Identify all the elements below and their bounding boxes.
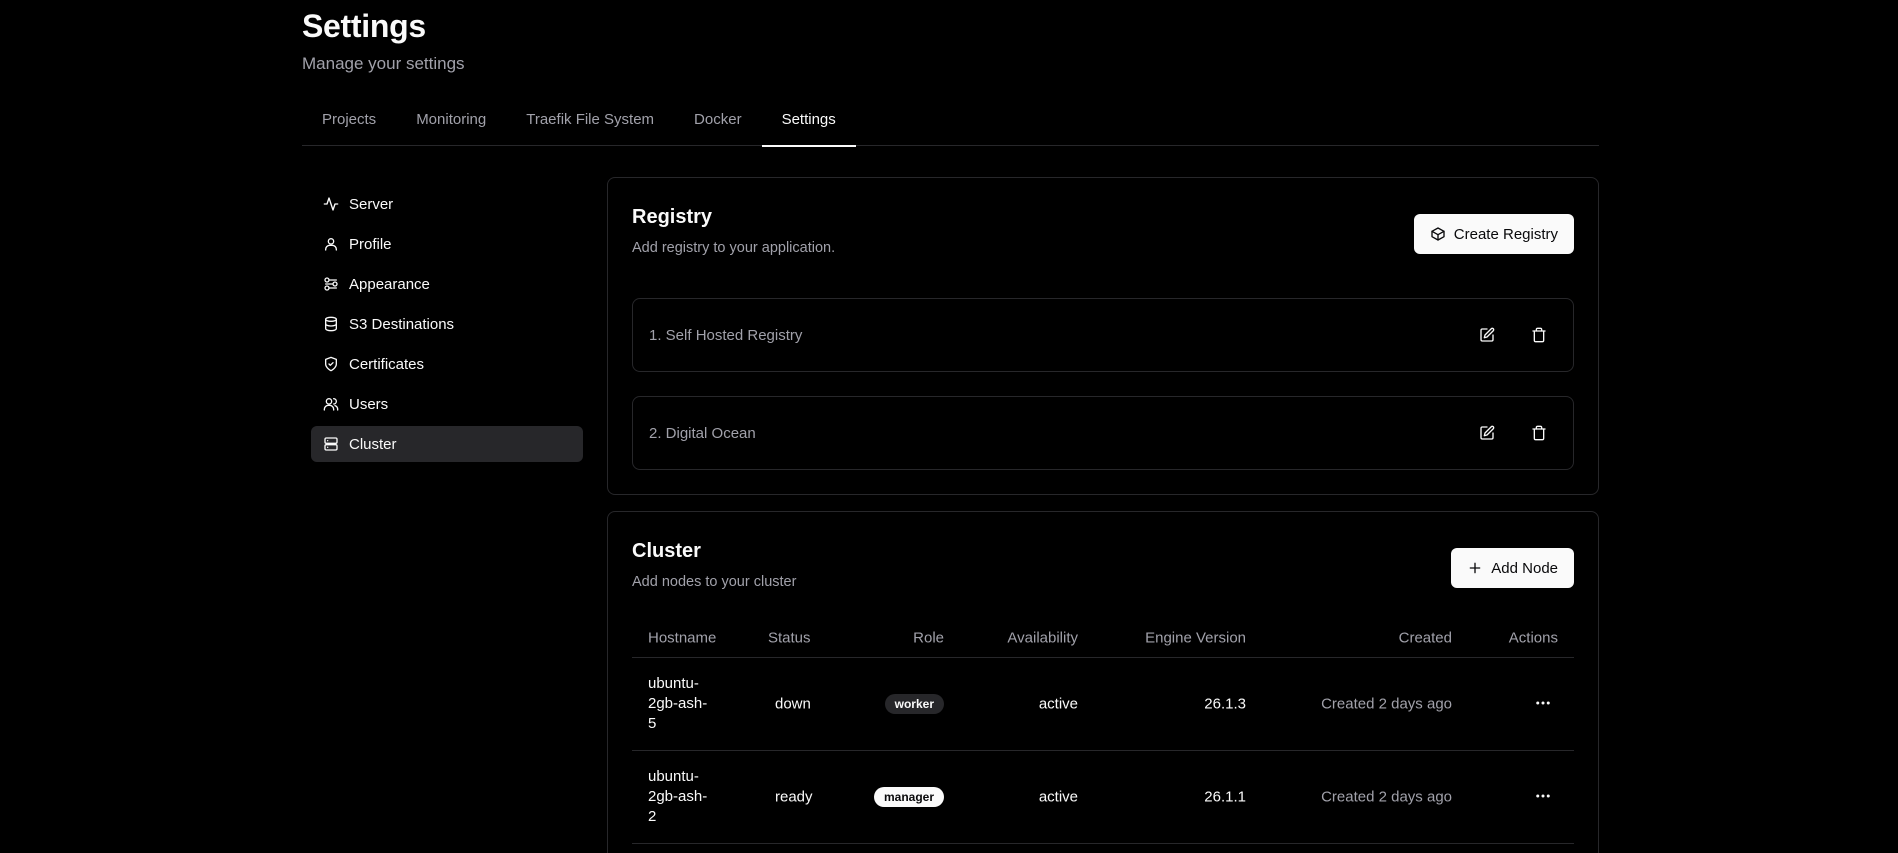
hostname-line: ubuntu- xyxy=(648,768,699,785)
plus-icon xyxy=(1469,562,1481,574)
nodes-table: Hostname Status Role Availability Engine… xyxy=(632,618,1574,844)
node-actions-button[interactable] xyxy=(1534,694,1552,716)
node-actions-button[interactable] xyxy=(1534,787,1552,809)
node-availability: active xyxy=(1038,695,1078,713)
registry-title: Registry xyxy=(632,206,713,228)
node-status: down xyxy=(775,695,811,713)
more-horizontal-icon xyxy=(1536,701,1550,705)
registry-item: 1. Self Hosted Registry xyxy=(632,298,1574,372)
sidebar-item-label: S3 Destinations xyxy=(349,315,455,333)
column-role: Role xyxy=(913,629,944,646)
tab-monitoring[interactable]: Monitoring xyxy=(396,100,506,146)
top-tabs: Projects Monitoring Traefik File System … xyxy=(302,100,1599,147)
sidebar-item-appearance[interactable]: Appearance xyxy=(311,266,583,302)
delete-registry-button[interactable] xyxy=(1521,317,1557,353)
cluster-card: Cluster Add nodes to your cluster Add No… xyxy=(607,511,1599,853)
sidebar-item-server[interactable]: Server xyxy=(311,186,583,222)
page-header: Settings Manage your settings xyxy=(302,8,465,74)
column-availability: Availability xyxy=(1007,629,1078,646)
node-created: Created 2 days ago xyxy=(1321,695,1452,713)
registry-item-name: 2. Digital Ocean xyxy=(649,424,756,442)
node-availability: active xyxy=(1038,788,1078,806)
node-status: ready xyxy=(775,788,813,806)
activity-icon xyxy=(323,197,339,211)
add-node-label: Add Node xyxy=(1491,559,1558,577)
column-created: Created xyxy=(1398,629,1452,646)
registry-card: Registry Add registry to your applicatio… xyxy=(607,177,1599,495)
sidebar-item-label: Certificates xyxy=(349,355,425,373)
sidebar-item-label: Profile xyxy=(349,235,392,253)
edit-registry-button[interactable] xyxy=(1469,415,1505,451)
more-horizontal-icon xyxy=(1536,794,1550,798)
hostname-line: 2 xyxy=(648,808,657,825)
sidebar-item-label: Users xyxy=(349,395,389,413)
sidebar-item-certificates[interactable]: Certificates xyxy=(311,346,583,382)
sidebar-item-label: Cluster xyxy=(349,435,397,453)
node-created: Created 2 days ago xyxy=(1321,788,1452,806)
node-engine-version: 26.1.3 xyxy=(1204,695,1246,713)
column-hostname: Hostname xyxy=(648,629,717,646)
edit-icon xyxy=(1480,425,1495,440)
sidebar-item-profile[interactable]: Profile xyxy=(311,226,583,262)
hostname-line: 2gb-ash- xyxy=(648,695,708,712)
registry-item-name: 1. Self Hosted Registry xyxy=(649,326,803,344)
sidebar-item-label: Server xyxy=(349,195,394,213)
tab-projects[interactable]: Projects xyxy=(302,100,396,146)
create-registry-button[interactable]: Create Registry xyxy=(1413,214,1574,254)
delete-registry-button[interactable] xyxy=(1521,415,1557,451)
column-actions: Actions xyxy=(1508,629,1558,646)
cluster-title: Cluster xyxy=(632,540,701,562)
user-icon xyxy=(325,238,337,251)
edit-icon xyxy=(1480,327,1495,342)
column-status: Status xyxy=(768,629,811,646)
users-icon xyxy=(323,398,339,411)
trash-icon xyxy=(1532,425,1546,441)
table-header: Hostname Status Role Availability Engine… xyxy=(632,618,1574,658)
node-hostname: ubuntu- 2gb-ash- 2 xyxy=(648,767,718,827)
package-icon xyxy=(1431,227,1445,241)
node-hostname: ubuntu- 2gb-ash- 5 xyxy=(648,674,718,734)
trash-icon xyxy=(1532,327,1546,343)
server-icon xyxy=(324,437,338,451)
node-role-badge: worker xyxy=(884,694,944,714)
table-row: ubuntu- 2gb-ash- 5 down worker active 26… xyxy=(632,658,1574,751)
palette-icon xyxy=(324,277,338,291)
registry-item: 2. Digital Ocean xyxy=(632,396,1574,470)
tab-traefik-file-system[interactable]: Traefik File System xyxy=(506,100,674,146)
registry-description: Add registry to your application. xyxy=(632,240,836,256)
column-engine-version: Engine Version xyxy=(1145,629,1246,646)
tab-docker[interactable]: Docker xyxy=(674,100,762,146)
node-engine-version: 26.1.1 xyxy=(1204,788,1246,806)
cluster-description: Add nodes to your cluster xyxy=(632,574,797,590)
page-subtitle: Manage your settings xyxy=(302,54,465,73)
hostname-line: ubuntu- xyxy=(648,675,699,692)
sidebar-item-s3-destinations[interactable]: S3 Destinations xyxy=(311,306,583,342)
table-row: ubuntu- 2gb-ash- 2 ready manager active … xyxy=(632,751,1574,844)
sidebar-item-users[interactable]: Users xyxy=(311,386,583,422)
shield-check-icon xyxy=(325,356,337,372)
add-node-button[interactable]: Add Node xyxy=(1451,548,1574,588)
sidebar-item-label: Appearance xyxy=(349,275,430,293)
node-role-badge: manager xyxy=(873,787,944,807)
hostname-line: 2gb-ash- xyxy=(648,788,708,805)
sidebar-item-cluster[interactable]: Cluster xyxy=(311,426,583,462)
create-registry-label: Create Registry xyxy=(1453,225,1558,243)
edit-registry-button[interactable] xyxy=(1469,317,1505,353)
settings-sidebar: Server Profile Appearance S3 Destination… xyxy=(311,186,583,466)
tab-settings[interactable]: Settings xyxy=(761,100,856,147)
database-icon xyxy=(325,316,337,332)
page-title: Settings xyxy=(302,8,426,44)
hostname-line: 5 xyxy=(648,715,657,732)
